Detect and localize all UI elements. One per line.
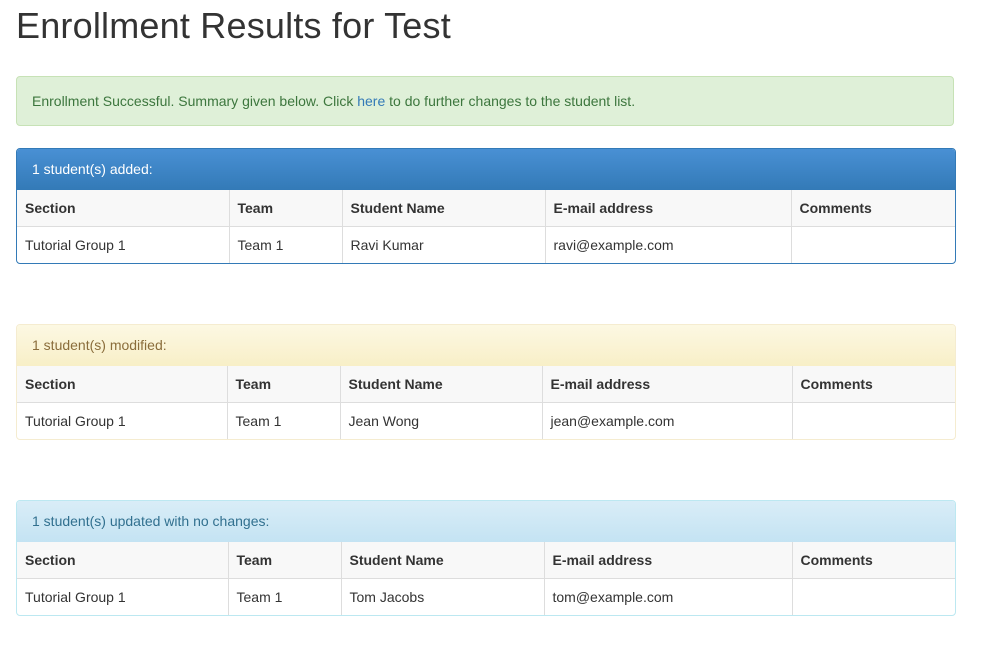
cell-team: Team 1: [228, 578, 342, 615]
cell-section: Tutorial Group 1: [17, 402, 228, 439]
modified-students-table: Section Team Student Name E-mail address…: [17, 366, 955, 439]
table-header-row: Section Team Student Name E-mail address…: [17, 366, 955, 403]
cell-comments: [792, 579, 955, 616]
cell-comments: [792, 403, 955, 440]
column-header-comments: Comments: [791, 190, 955, 227]
column-header-comments: Comments: [792, 366, 955, 403]
column-header-section: Section: [17, 366, 228, 403]
column-header-team: Team: [229, 190, 343, 227]
table-row: Tutorial Group 1 Team 1 Tom Jacobs tom@e…: [17, 578, 955, 616]
column-header-student-name: Student Name: [340, 366, 543, 403]
cell-email: ravi@example.com: [545, 226, 792, 263]
cell-email: tom@example.com: [544, 578, 793, 615]
cell-team: Team 1: [227, 402, 341, 439]
edit-student-list-link[interactable]: here: [357, 93, 385, 109]
page-title: Enrollment Results for Test: [16, 5, 451, 46]
success-alert: Enrollment Successful. Summary given bel…: [16, 76, 954, 126]
column-header-email: E-mail address: [544, 542, 793, 579]
column-header-comments: Comments: [792, 542, 955, 579]
table-header-row: Section Team Student Name E-mail address…: [17, 190, 955, 227]
column-header-email: E-mail address: [545, 190, 792, 227]
added-students-table: Section Team Student Name E-mail address…: [17, 190, 955, 263]
alert-text-after: to do further changes to the student lis…: [385, 93, 636, 109]
modified-students-panel: 1 student(s) modified: Section Team Stud…: [16, 324, 956, 440]
column-header-section: Section: [17, 190, 230, 227]
modified-panel-heading: 1 student(s) modified:: [17, 325, 955, 366]
column-header-team: Team: [227, 366, 341, 403]
column-header-email: E-mail address: [542, 366, 793, 403]
column-header-student-name: Student Name: [342, 190, 546, 227]
cell-section: Tutorial Group 1: [17, 578, 229, 615]
cell-comments: [791, 227, 955, 264]
cell-student-name: Jean Wong: [340, 402, 543, 439]
cell-student-name: Ravi Kumar: [342, 226, 546, 263]
unchanged-students-table: Section Team Student Name E-mail address…: [17, 542, 955, 615]
unchanged-students-panel: 1 student(s) updated with no changes: Se…: [16, 500, 956, 616]
table-header-row: Section Team Student Name E-mail address…: [17, 542, 955, 579]
cell-section: Tutorial Group 1: [17, 226, 230, 263]
added-panel-heading: 1 student(s) added:: [17, 149, 955, 190]
column-header-section: Section: [17, 542, 229, 579]
cell-email: jean@example.com: [542, 402, 793, 439]
table-row: Tutorial Group 1 Team 1 Jean Wong jean@e…: [17, 402, 955, 440]
added-students-panel: 1 student(s) added: Section Team Student…: [16, 148, 956, 264]
unchanged-panel-heading: 1 student(s) updated with no changes:: [17, 501, 955, 542]
cell-team: Team 1: [229, 226, 343, 263]
column-header-team: Team: [228, 542, 342, 579]
column-header-student-name: Student Name: [341, 542, 545, 579]
alert-text-before: Enrollment Successful. Summary given bel…: [32, 93, 358, 109]
cell-student-name: Tom Jacobs: [341, 578, 545, 615]
table-row: Tutorial Group 1 Team 1 Ravi Kumar ravi@…: [17, 226, 955, 264]
